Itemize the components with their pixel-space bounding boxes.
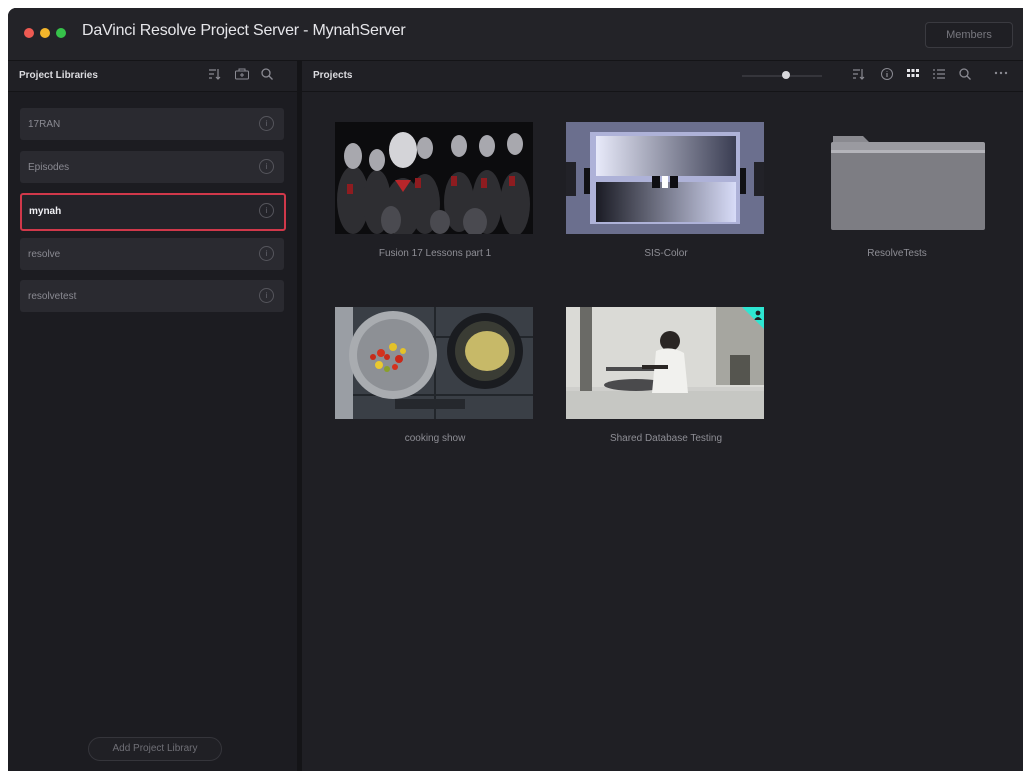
project-name: Fusion 17 Lessons part 1 xyxy=(378,248,492,259)
sort-icon[interactable] xyxy=(208,67,222,84)
project-tile[interactable]: Fusion 17 Lessons part 1 xyxy=(335,122,535,259)
library-item-17ran[interactable]: 17RAN i xyxy=(20,108,284,140)
project-libraries-sidebar: 17RAN i Episodes i mynah i resolve i res… xyxy=(8,92,298,771)
zoom-slider-knob[interactable] xyxy=(782,71,790,79)
project-tile[interactable]: Shared Database Testing xyxy=(566,307,766,444)
window-title: DaVinci Resolve Project Server - MynahSe… xyxy=(82,22,406,39)
search-icon[interactable] xyxy=(958,67,972,84)
projects-title: Projects xyxy=(313,70,353,81)
project-thumbnail[interactable] xyxy=(566,122,764,234)
library-item-label: mynah xyxy=(29,206,62,217)
members-button[interactable]: Members xyxy=(925,22,1013,48)
projects-grid: Fusion 17 Lessons part 1 SIS-Color Resol… xyxy=(302,92,1023,771)
info-icon[interactable]: i xyxy=(259,203,274,218)
library-item-resolve[interactable]: resolve i xyxy=(20,238,284,270)
close-window-button[interactable] xyxy=(24,28,34,38)
project-thumbnail[interactable] xyxy=(335,307,533,419)
folder-icon[interactable] xyxy=(797,122,995,234)
projects-header: Projects xyxy=(302,61,1023,92)
sort-icon[interactable] xyxy=(852,67,866,84)
project-libraries-header: Project Libraries xyxy=(8,61,298,92)
zoom-window-button[interactable] xyxy=(56,28,66,38)
library-item-mynah[interactable]: mynah i xyxy=(20,193,286,231)
project-name: SIS-Color xyxy=(644,248,688,259)
project-libraries-title: Project Libraries xyxy=(19,70,98,81)
project-name: Shared Database Testing xyxy=(609,433,723,444)
folder-tile[interactable]: ResolveTests xyxy=(797,122,997,259)
grid-view-icon[interactable] xyxy=(906,67,920,84)
app-window: DaVinci Resolve Project Server - MynahSe… xyxy=(8,8,1023,771)
list-view-icon[interactable] xyxy=(932,67,946,84)
library-item-label: 17RAN xyxy=(28,119,61,130)
library-item-resolvetest[interactable]: resolvetest i xyxy=(20,280,284,312)
project-thumbnail[interactable] xyxy=(566,307,764,419)
folder-name: ResolveTests xyxy=(867,248,927,259)
add-library-icon[interactable] xyxy=(234,67,250,84)
library-item-label: resolvetest xyxy=(28,291,77,302)
info-icon[interactable] xyxy=(880,67,894,84)
add-project-library-button[interactable]: Add Project Library xyxy=(88,737,222,761)
info-icon[interactable]: i xyxy=(259,288,274,303)
info-icon[interactable]: i xyxy=(259,116,274,131)
library-item-label: resolve xyxy=(28,249,61,260)
project-tile[interactable]: SIS-Color xyxy=(566,122,766,259)
info-icon[interactable]: i xyxy=(259,246,274,261)
library-item-episodes[interactable]: Episodes i xyxy=(20,151,284,183)
library-item-label: Episodes xyxy=(28,162,70,173)
minimize-window-button[interactable] xyxy=(40,28,50,38)
more-icon[interactable] xyxy=(994,66,1008,83)
info-icon[interactable]: i xyxy=(259,159,274,174)
project-thumbnail[interactable] xyxy=(335,122,533,234)
project-tile[interactable]: cooking show xyxy=(335,307,535,444)
search-icon[interactable] xyxy=(260,67,274,84)
project-name: cooking show xyxy=(404,433,466,444)
title-bar: DaVinci Resolve Project Server - MynahSe… xyxy=(8,8,1023,61)
